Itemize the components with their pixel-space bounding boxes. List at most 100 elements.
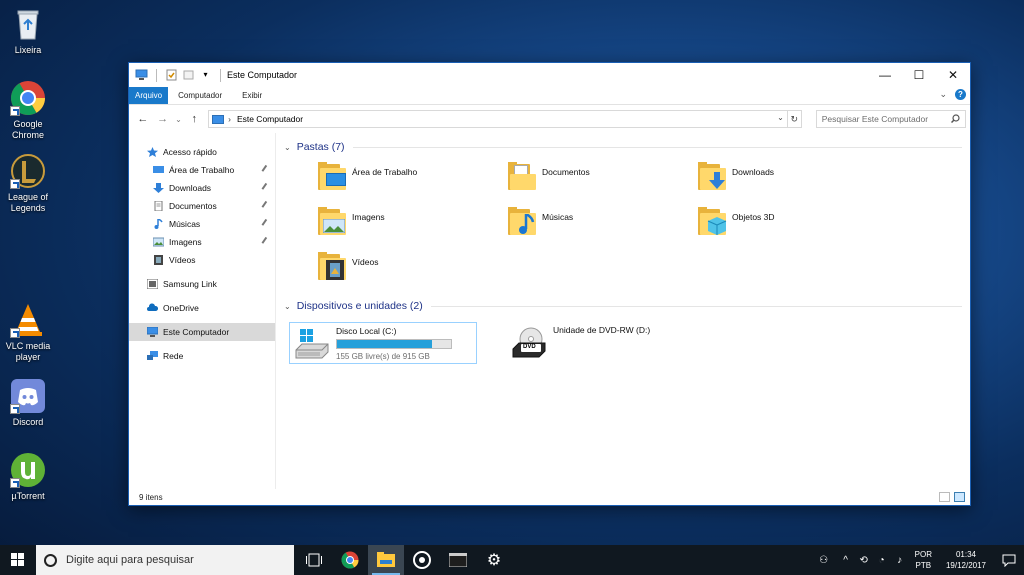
sidebar-item-label: Samsung Link <box>163 279 217 289</box>
sidebar-item-onedrive[interactable]: OneDrive <box>129 299 275 317</box>
sidebar-item-this-pc[interactable]: Este Computador <box>129 323 275 341</box>
large-icons-view-icon[interactable] <box>954 492 965 502</box>
collapse-chevron-icon[interactable]: ⌄ <box>284 143 291 152</box>
document-icon <box>153 200 164 212</box>
drive-item-c[interactable]: Disco Local (C:) 155 GB livre(s) de 915 … <box>289 322 477 364</box>
taskbar-search-placeholder: Digite aqui para pesquisar <box>66 554 194 566</box>
clock[interactable]: 01:34 19/12/2017 <box>938 549 994 571</box>
drive-item-dvd[interactable]: DVD Unidade de DVD-RW (D:) <box>507 322 695 364</box>
window-controls: — ☐ ✕ <box>868 63 970 87</box>
taskbar-media-button[interactable] <box>404 545 440 575</box>
folder-item-videos[interactable]: Vídeos <box>318 251 508 288</box>
keyboard-layout: PTB <box>915 561 932 570</box>
items-view: ⌄ Pastas (7) Área de Trabalho Documentos… <box>276 133 970 489</box>
computer-icon <box>146 326 159 337</box>
folder-item-documents[interactable]: Documentos <box>508 161 698 198</box>
forward-button[interactable]: → <box>153 109 173 129</box>
search-input[interactable]: Pesquisar Este Computador <box>815 110 966 128</box>
desktop-icon-utorrent[interactable]: µTorrent <box>0 452 56 502</box>
download-arrow-icon <box>153 183 164 193</box>
folder-item-pictures[interactable]: Imagens <box>318 206 508 243</box>
refresh-button[interactable]: ↻ <box>787 110 802 128</box>
sidebar-item-videos[interactable]: Vídeos <box>129 251 275 269</box>
action-center-button[interactable] <box>994 554 1024 567</box>
show-hidden-icons-chevron-icon[interactable]: ^ <box>837 545 855 575</box>
breadcrumb-separator-icon[interactable]: › <box>228 114 231 124</box>
network-icon <box>147 351 158 361</box>
people-icon[interactable]: ⚇ <box>815 545 833 575</box>
wifi-icon[interactable]: ◔ <box>873 545 891 575</box>
details-view-icon[interactable] <box>939 492 950 502</box>
group-header-devices[interactable]: ⌄ Dispositivos e unidades (2) <box>284 296 970 316</box>
desktop-icon-label: VLC media player <box>5 341 51 362</box>
desktop-icon-recycle-bin[interactable]: Lixeira <box>0 6 56 56</box>
minimize-button[interactable]: — <box>868 63 902 87</box>
sync-icon[interactable]: ⟲ <box>855 545 873 575</box>
sidebar-item-label: Acesso rápido <box>163 147 217 157</box>
sidebar-item-documents[interactable]: Documentos <box>129 197 275 215</box>
new-folder-icon[interactable] <box>182 69 195 81</box>
taskbar-chrome-button[interactable] <box>332 545 368 575</box>
input-language[interactable]: POR PTB <box>915 549 932 571</box>
desktop-icon-label: Google Chrome <box>11 119 44 140</box>
title-bar[interactable]: ▾ Este Computador — ☐ ✕ <box>129 63 970 87</box>
toolbar-separator <box>220 68 221 82</box>
recent-locations-button[interactable]: ⌄ <box>173 109 185 129</box>
back-button[interactable]: ← <box>133 109 153 129</box>
ribbon-tabs: Arquivo Computador Exibir ⌄ ? <box>129 87 970 105</box>
help-icon[interactable]: ? <box>955 89 966 100</box>
sidebar-item-downloads[interactable]: Downloads <box>129 179 275 197</box>
pin-icon <box>261 200 271 211</box>
folder-label: Músicas <box>542 212 574 222</box>
folder-label: Documentos <box>542 167 590 177</box>
address-dropdown-icon[interactable]: ⌄ <box>777 113 784 122</box>
picture-icon <box>152 237 165 247</box>
properties-icon[interactable] <box>165 69 178 81</box>
clock-date: 19/12/2017 <box>945 561 987 570</box>
sidebar-item-pictures[interactable]: Imagens <box>129 233 275 251</box>
sidebar-item-desktop[interactable]: Área de Trabalho <box>129 161 275 179</box>
taskbar-file-explorer-button[interactable] <box>368 545 404 575</box>
breadcrumb[interactable]: Este Computador <box>237 114 303 124</box>
volume-icon[interactable]: ♪ <box>891 545 909 575</box>
tab-exibir[interactable]: Exibir <box>232 87 272 104</box>
desktop-icon-discord[interactable]: Discord <box>0 378 56 428</box>
task-view-button[interactable] <box>296 545 332 575</box>
start-button[interactable] <box>0 545 36 575</box>
taskbar-settings-button[interactable]: ⚙ <box>476 545 512 575</box>
taskbar-search-input[interactable]: Digite aqui para pesquisar <box>36 545 294 575</box>
folder-item-3d-objects[interactable]: Objetos 3D <box>698 206 888 243</box>
search-placeholder: Pesquisar Este Computador <box>821 114 929 124</box>
tab-arquivo[interactable]: Arquivo <box>129 87 169 104</box>
desktop-icon-chrome[interactable]: Google Chrome <box>0 80 56 141</box>
tab-computador[interactable]: Computador <box>168 87 232 104</box>
group-header-folders[interactable]: ⌄ Pastas (7) <box>284 137 970 157</box>
taskbar-terminal-button[interactable] <box>440 545 476 575</box>
shortcut-arrow-icon <box>10 328 20 338</box>
sidebar-item-quick-access[interactable]: Acesso rápido <box>129 143 275 161</box>
collapse-chevron-icon[interactable]: ⌄ <box>284 302 291 311</box>
address-bar[interactable]: › Este Computador ⌄ <box>208 110 788 128</box>
sidebar-item-label: Imagens <box>169 237 202 247</box>
maximize-button[interactable]: ☐ <box>902 63 936 87</box>
file-explorer-window: ▾ Este Computador — ☐ ✕ Arquivo Computad… <box>128 62 971 506</box>
desktop-icon-vlc[interactable]: VLC media player <box>0 302 56 363</box>
folder-item-downloads[interactable]: Downloads <box>698 161 888 198</box>
search-icon <box>950 113 960 125</box>
folder-item-desktop[interactable]: Área de Trabalho <box>318 161 508 198</box>
shortcut-arrow-icon <box>10 106 20 116</box>
up-button[interactable]: ↑ <box>184 109 204 129</box>
desktop-icon-league-of-legends[interactable]: League of Legends <box>0 153 56 214</box>
chrome-icon <box>10 80 46 116</box>
league-of-legends-icon <box>10 153 46 189</box>
close-button[interactable]: ✕ <box>936 63 970 87</box>
expand-ribbon-icon[interactable]: ⌄ <box>939 89 947 100</box>
sidebar-item-network[interactable]: Rede <box>129 347 275 365</box>
sidebar-item-samsung-link[interactable]: Samsung Link <box>129 275 275 293</box>
folder-item-music[interactable]: Músicas <box>508 206 698 243</box>
customize-toolbar-chevron-icon[interactable]: ▾ <box>199 69 212 81</box>
computer-icon <box>212 114 225 124</box>
samsung-link-icon <box>146 278 159 290</box>
sidebar-item-music[interactable]: Músicas <box>129 215 275 233</box>
pin-icon <box>261 164 271 175</box>
